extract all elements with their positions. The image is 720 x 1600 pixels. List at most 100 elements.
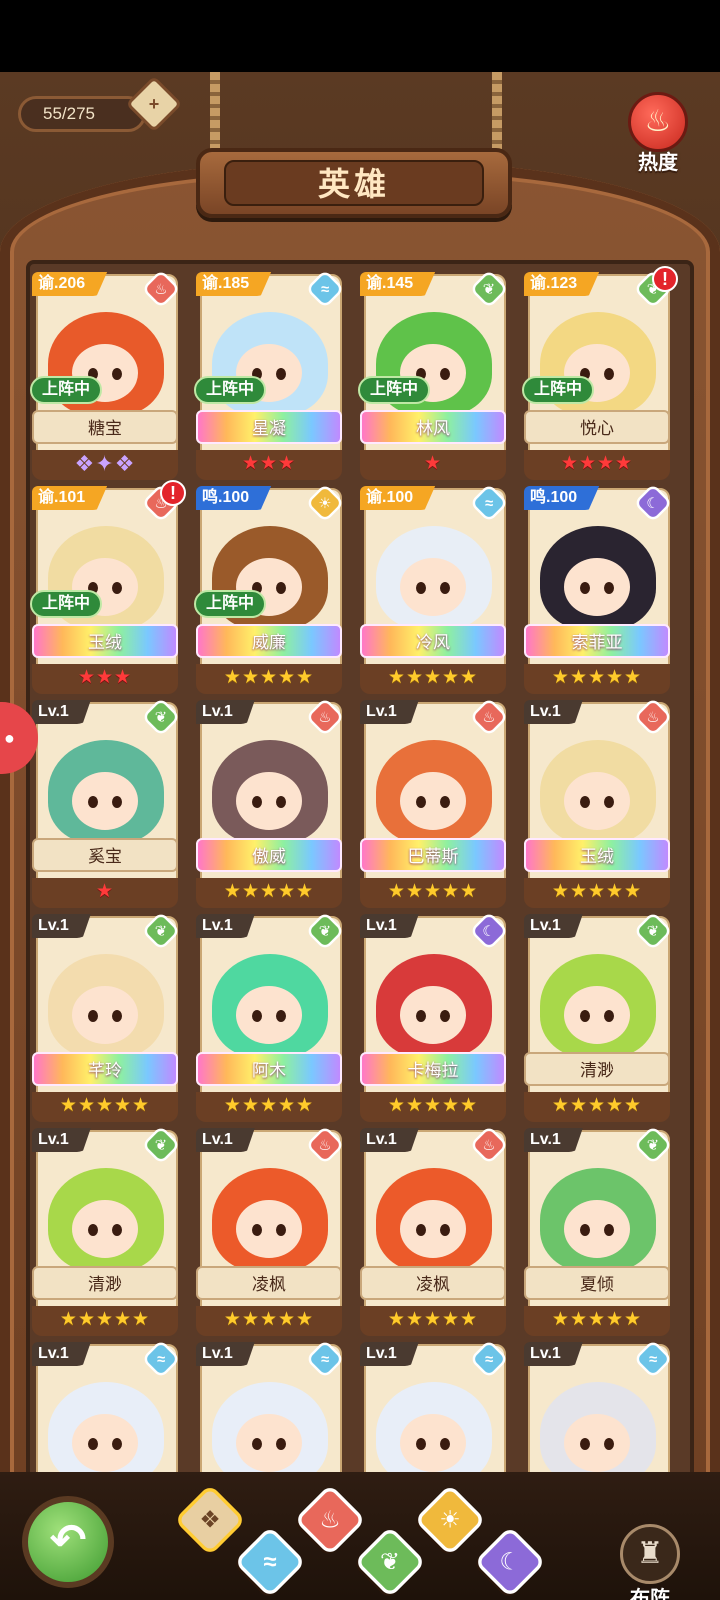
hero-eye [580, 1010, 590, 1022]
hero-name: 星凝 [196, 410, 342, 444]
hero-card[interactable]: 谕.123 ❦! 上阵中 悦心 ★★★★ [522, 266, 678, 480]
hero-name: 索菲亚 [524, 624, 670, 658]
hero-card[interactable]: Lv.1 ❦ 芊玲 ★★★★★ [32, 911, 181, 1122]
hero-level: 谕.185 [196, 272, 272, 296]
hero-stars: ★★★★★ [59, 1095, 151, 1116]
deployed-badge: 上阵中 [194, 376, 267, 404]
filter-all-icon: ❖ [199, 1506, 221, 1533]
hero-stars: ★★★★★ [551, 1309, 643, 1330]
hero-face [236, 1414, 302, 1472]
hero-stars: ★★★ [241, 453, 297, 474]
hero-card[interactable]: 谕.101 ♨! 上阵中 玉绒 ★★★ [30, 480, 186, 694]
hero-face [564, 986, 630, 1044]
title-plaque: 英雄 [196, 148, 512, 218]
hero-face [236, 1200, 302, 1258]
hero-face [72, 772, 138, 830]
deployed-badge: 上阵中 [522, 376, 595, 404]
hero-card[interactable]: Lv.1 ♨ 凌枫 ★★★★★ [360, 1125, 509, 1336]
hero-level: Lv.1 [524, 700, 583, 724]
hero-eye [88, 796, 98, 808]
hero-stars: ★★★★★ [223, 1309, 315, 1330]
hero-eye [440, 582, 450, 594]
hero-eye [604, 1010, 614, 1022]
deployed-badge: 上阵中 [194, 590, 267, 618]
hero-level: Lv.1 [360, 700, 419, 724]
hero-eye [112, 368, 122, 380]
hero-level: Lv.1 [360, 1128, 419, 1152]
hero-eye [604, 796, 614, 808]
hero-card[interactable]: Lv.1 ♨ 凌枫 ★★★★★ [196, 1125, 345, 1336]
hero-card[interactable]: Lv.1 ❦ 阿木 ★★★★★ [196, 911, 345, 1122]
hero-stars: ★★★★★ [387, 1095, 479, 1116]
hero-name: 糖宝 [32, 410, 178, 444]
hero-eye [440, 368, 450, 380]
hero-name: 凌枫 [196, 1266, 342, 1300]
hero-name: 凌枫 [360, 1266, 506, 1300]
hero-card[interactable]: Lv.1 ❦ 清渺 ★★★★★ [524, 911, 673, 1122]
hero-stars: ★★★★★ [387, 667, 479, 688]
hero-card[interactable]: 谕.145 ❦ 上阵中 林风 ★ [358, 269, 509, 480]
filter-wood-icon: ❦ [380, 1548, 400, 1575]
hero-eye [580, 1224, 590, 1236]
hero-count: 55/275 [18, 96, 146, 132]
hero-card[interactable]: Lv.1 ❦ 清渺 ★★★★★ [32, 1125, 181, 1336]
hero-stars: ★★★★★ [387, 1309, 479, 1330]
hero-name: 玉绒 [32, 624, 178, 658]
hero-level: Lv.1 [32, 914, 91, 938]
status-bar [0, 0, 720, 72]
hero-card[interactable]: 谕.206 ♨ 上阵中 糖宝 ❖✦❖ [30, 269, 181, 480]
hero-eye [112, 1010, 122, 1022]
hero-face [564, 558, 630, 616]
hero-face [72, 986, 138, 1044]
hero-eye [580, 1438, 590, 1450]
hero-eye [416, 582, 426, 594]
filter-dark-icon: ☾ [499, 1548, 521, 1575]
hero-card[interactable]: Lv.1 ♨ 玉绒 ★★★★★ [524, 697, 673, 908]
hero-name: 悦心 [524, 410, 670, 444]
hero-card[interactable]: Lv.1 ❦ 奚宝 ★ [32, 697, 181, 908]
page-title: 英雄 [224, 160, 484, 206]
hero-card[interactable]: Lv.1 ☾ 卡梅拉 ★★★★★ [360, 911, 509, 1122]
hero-eye [604, 1224, 614, 1236]
hero-card[interactable]: 谕.185 ≈ 上阵中 星凝 ★★★ [194, 269, 345, 480]
hero-card[interactable]: 谕.100 ≈ 冷风 ★★★★★ [360, 483, 509, 694]
hero-card[interactable]: 鸣.100 ☀ 上阵中 威廉 ★★★★★ [194, 483, 345, 694]
hero-face [400, 986, 466, 1044]
hero-eye [112, 1438, 122, 1450]
hero-face [400, 558, 466, 616]
back-button[interactable]: ↶ [22, 1496, 114, 1588]
filter-light-icon: ☀ [439, 1506, 461, 1533]
hero-name: 阿木 [196, 1052, 342, 1086]
popularity-button[interactable]: ♨ [628, 92, 688, 152]
formation-button[interactable]: ♜ [620, 1524, 680, 1584]
hero-level: 鸣.100 [524, 486, 600, 510]
chess-icon: ♜ [636, 1537, 664, 1570]
hero-level: 鸣.100 [196, 486, 272, 510]
hero-name: 威廉 [196, 624, 342, 658]
hero-name: 林风 [360, 410, 506, 444]
hero-name: 清渺 [32, 1266, 178, 1300]
hero-card[interactable]: Lv.1 ♨ 傲威 ★★★★★ [196, 697, 345, 908]
hero-eye [276, 796, 286, 808]
back-arrow-icon: ↶ [49, 1516, 87, 1565]
hero-eye [112, 796, 122, 808]
hero-level: Lv.1 [524, 914, 583, 938]
hero-level: 谕.101 [32, 486, 108, 510]
hero-card[interactable]: Lv.1 ❦ 夏倾 ★★★★★ [524, 1125, 673, 1336]
hero-face [400, 1200, 466, 1258]
hero-name: 冷风 [360, 624, 506, 658]
hero-card[interactable]: 鸣.100 ☾ 索菲亚 ★★★★★ [524, 483, 673, 694]
hero-name: 夏倾 [524, 1266, 670, 1300]
hero-level: 谕.123 [524, 272, 600, 296]
hero-eye [276, 582, 286, 594]
hero-face [72, 1414, 138, 1472]
hero-stars: ★★★★★ [551, 1095, 643, 1116]
hero-name: 芊玲 [32, 1052, 178, 1086]
hero-eye [276, 1224, 286, 1236]
hero-eye [580, 796, 590, 808]
alert-icon: ! [652, 266, 678, 292]
hero-stars: ★ [95, 881, 115, 902]
hero-stars: ★★★ [77, 667, 133, 688]
hero-eye [276, 1010, 286, 1022]
hero-card[interactable]: Lv.1 ♨ 巴蒂斯 ★★★★★ [360, 697, 509, 908]
